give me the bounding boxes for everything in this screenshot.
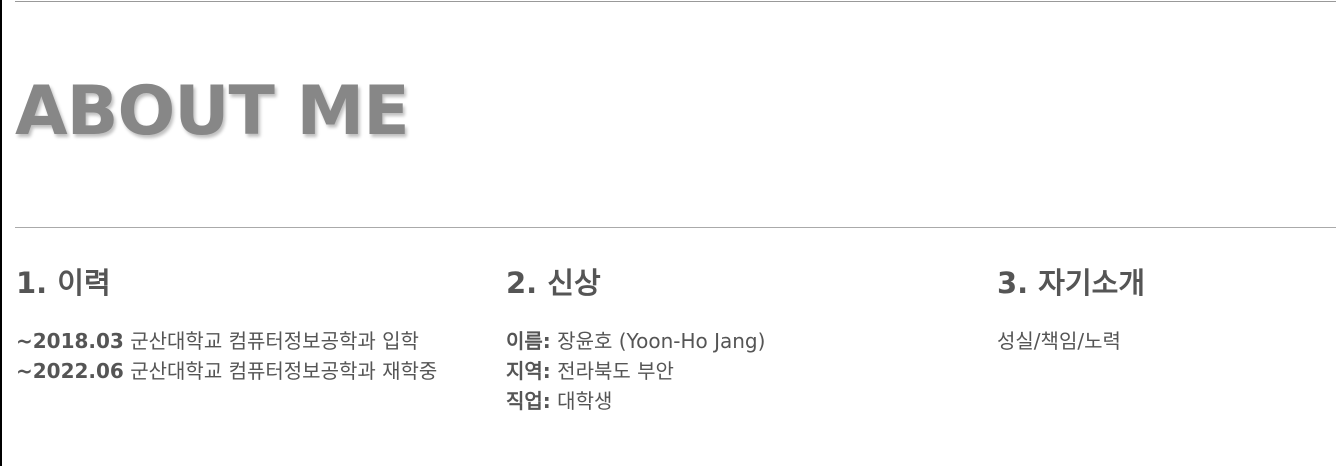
profile-section: 2. 신상 이름: 장윤호 (Yoon-Ho Jang) 지역: 전라북도 부안… (506, 262, 946, 416)
history-date: ~2018.03 (16, 329, 124, 353)
history-section: 1. 이력 ~2018.03 군산대학교 컴퓨터정보공학과 입학 ~2022.0… (16, 262, 456, 386)
top-divider (15, 1, 1336, 2)
history-date: ~2022.06 (16, 359, 124, 383)
about-page: ABOUT ME 1. 이력 ~2018.03 군산대학교 컴퓨터정보공학과 입… (0, 0, 1336, 466)
profile-label-name: 이름: (506, 329, 551, 353)
history-entry: 군산대학교 컴퓨터정보공학과 입학 (123, 329, 419, 353)
profile-label-region: 지역: (506, 359, 551, 383)
intro-section: 3. 자기소개 성실/책임/노력 (997, 262, 1327, 356)
section-divider (15, 227, 1336, 228)
intro-heading: 3. 자기소개 (997, 266, 1146, 300)
history-list: ~2018.03 군산대학교 컴퓨터정보공학과 입학 ~2022.06 군산대학… (16, 326, 456, 386)
history-entry: 군산대학교 컴퓨터정보공학과 재학중 (123, 359, 438, 383)
history-heading: 1. 이력 (16, 266, 111, 300)
profile-value-job: 대학생 (550, 389, 613, 413)
profile-list: 이름: 장윤호 (Yoon-Ho Jang) 지역: 전라북도 부안 직업: 대… (506, 326, 946, 416)
profile-value-region: 전라북도 부안 (550, 359, 674, 383)
intro-text: 성실/책임/노력 (997, 329, 1121, 353)
profile-heading: 2. 신상 (506, 266, 601, 300)
page-title: ABOUT ME (15, 72, 410, 151)
profile-label-job: 직업: (506, 389, 551, 413)
profile-value-name: 장윤호 (Yoon-Ho Jang) (550, 329, 766, 353)
